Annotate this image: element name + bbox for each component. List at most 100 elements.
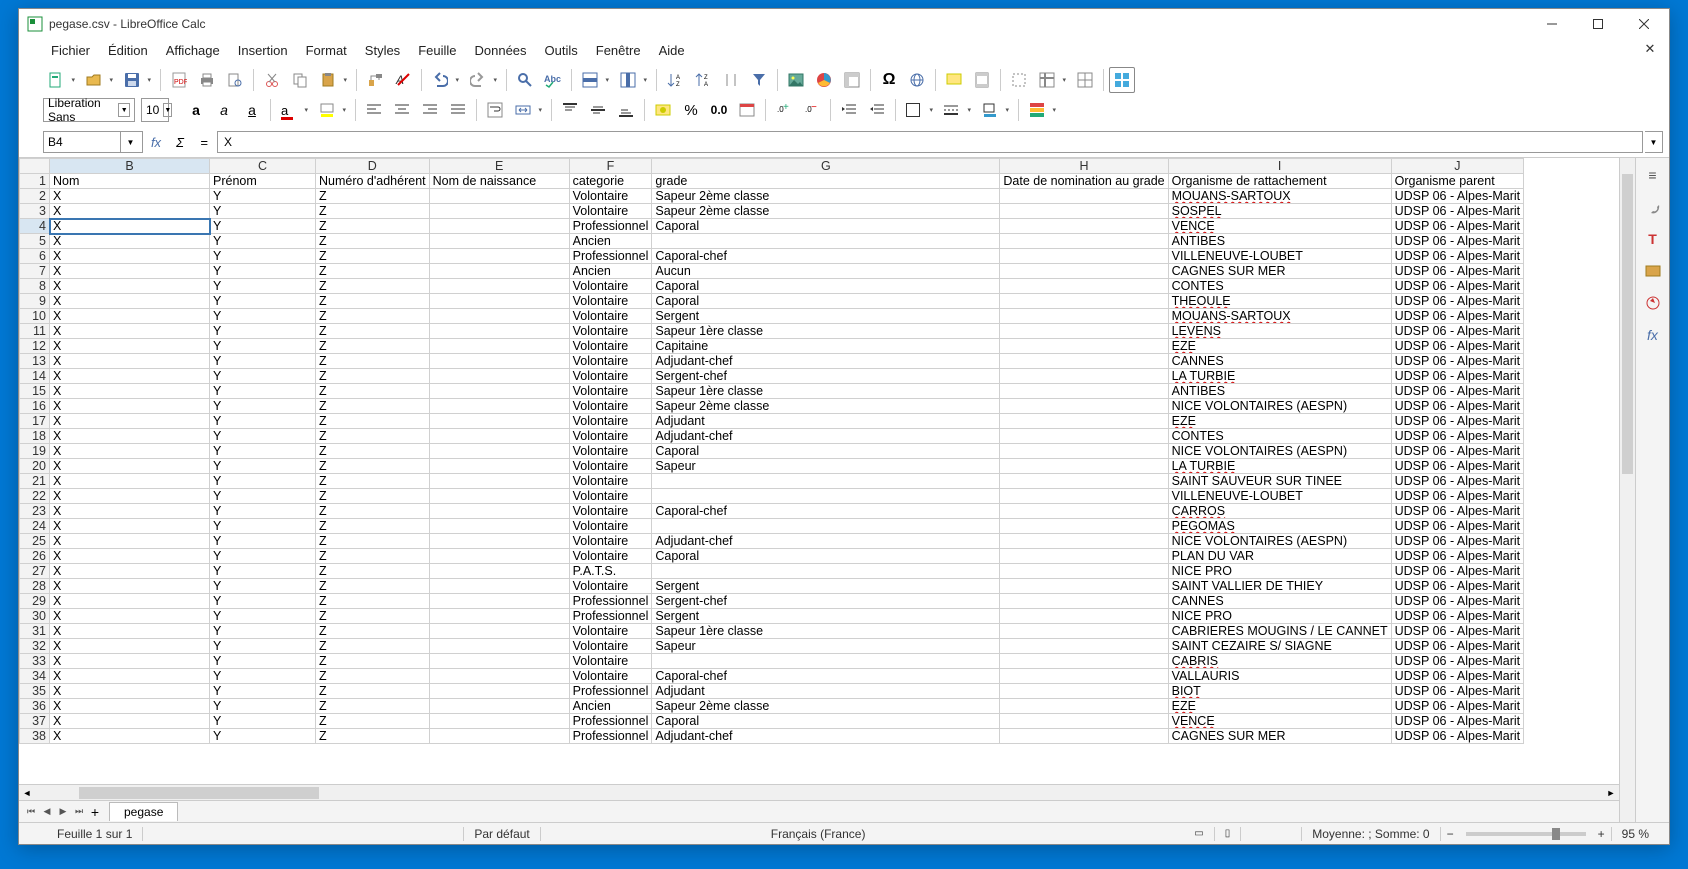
align-top-button[interactable] xyxy=(557,97,583,123)
cell[interactable]: Y xyxy=(210,729,316,744)
cell[interactable] xyxy=(1000,384,1168,399)
row-header[interactable]: 12 xyxy=(20,339,50,354)
cell[interactable]: X xyxy=(50,189,210,204)
cell[interactable]: VENCE xyxy=(1168,219,1391,234)
cell[interactable]: UDSP 06 - Alpes-Marit xyxy=(1391,234,1524,249)
cell[interactable]: UDSP 06 - Alpes-Marit xyxy=(1391,384,1524,399)
cell[interactable]: Volontaire xyxy=(569,324,652,339)
cell[interactable]: EZE xyxy=(1168,699,1391,714)
remove-decimal-button[interactable]: .0− xyxy=(799,97,825,123)
properties-panel-icon[interactable] xyxy=(1642,196,1664,218)
functions-panel-icon[interactable]: fx xyxy=(1642,324,1664,346)
menu-edition[interactable]: Édition xyxy=(100,40,156,61)
cell[interactable]: P.A.T.S. xyxy=(569,564,652,579)
cell[interactable]: Z xyxy=(316,609,430,624)
cell[interactable]: Adjudant-chef xyxy=(652,429,1000,444)
row-header[interactable]: 30 xyxy=(20,609,50,624)
cell[interactable] xyxy=(1000,294,1168,309)
cell[interactable]: MOUANS-SARTOUX xyxy=(1168,189,1391,204)
cell[interactable]: Volontaire xyxy=(569,189,652,204)
cell[interactable]: UDSP 06 - Alpes-Marit xyxy=(1391,489,1524,504)
cell[interactable]: Z xyxy=(316,294,430,309)
cell[interactable]: Z xyxy=(316,594,430,609)
cell[interactable]: Organisme parent xyxy=(1391,174,1524,189)
cell[interactable]: Volontaire xyxy=(569,504,652,519)
cell[interactable]: Y xyxy=(210,549,316,564)
cell[interactable] xyxy=(429,444,569,459)
cell[interactable]: X xyxy=(50,624,210,639)
print-preview-button[interactable] xyxy=(222,67,248,93)
name-box-input[interactable] xyxy=(44,135,120,149)
row-header[interactable]: 34 xyxy=(20,669,50,684)
row-header[interactable]: 10 xyxy=(20,309,50,324)
cell[interactable]: UDSP 06 - Alpes-Marit xyxy=(1391,474,1524,489)
cell[interactable]: Nom xyxy=(50,174,210,189)
currency-button[interactable] xyxy=(650,97,676,123)
cell[interactable]: UDSP 06 - Alpes-Marit xyxy=(1391,714,1524,729)
cell[interactable]: Z xyxy=(316,579,430,594)
cell[interactable]: Prénom xyxy=(210,174,316,189)
cell[interactable] xyxy=(1000,549,1168,564)
cell[interactable]: Volontaire xyxy=(569,204,652,219)
cell[interactable] xyxy=(429,564,569,579)
cell[interactable]: NICE VOLONTAIRES (AESPN) xyxy=(1168,444,1391,459)
cell[interactable]: X xyxy=(50,339,210,354)
cell[interactable]: Volontaire xyxy=(569,444,652,459)
insert-comment-button[interactable] xyxy=(941,67,967,93)
row-header[interactable]: 29 xyxy=(20,594,50,609)
freeze-button[interactable] xyxy=(1034,67,1070,93)
cell[interactable]: Y xyxy=(210,399,316,414)
font-color-button[interactable]: a xyxy=(276,97,312,123)
cell[interactable]: Z xyxy=(316,519,430,534)
cell[interactable] xyxy=(429,234,569,249)
spellcheck-button[interactable]: Abc xyxy=(540,67,566,93)
headers-footers-button[interactable] xyxy=(969,67,995,93)
cell[interactable] xyxy=(429,519,569,534)
row-header[interactable]: 28 xyxy=(20,579,50,594)
cell[interactable]: Caporal xyxy=(652,444,1000,459)
redo-button[interactable] xyxy=(465,67,501,93)
increase-indent-button[interactable] xyxy=(836,97,862,123)
cell[interactable]: Adjudant-chef xyxy=(652,534,1000,549)
cell[interactable]: UDSP 06 - Alpes-Marit xyxy=(1391,264,1524,279)
cell[interactable]: UDSP 06 - Alpes-Marit xyxy=(1391,684,1524,699)
cell[interactable]: Y xyxy=(210,219,316,234)
cell[interactable]: Y xyxy=(210,249,316,264)
cell[interactable]: CAGNES SUR MER xyxy=(1168,264,1391,279)
cell[interactable]: Adjudant-chef xyxy=(652,354,1000,369)
conditional-format-button[interactable] xyxy=(1024,97,1060,123)
cell[interactable] xyxy=(652,234,1000,249)
row-header[interactable]: 31 xyxy=(20,624,50,639)
cell[interactable]: Y xyxy=(210,684,316,699)
date-button[interactable] xyxy=(734,97,760,123)
row-header[interactable]: 25 xyxy=(20,534,50,549)
cell[interactable]: grade xyxy=(652,174,1000,189)
cell[interactable]: Y xyxy=(210,324,316,339)
row-header[interactable]: 36 xyxy=(20,699,50,714)
cell[interactable] xyxy=(652,474,1000,489)
cell[interactable]: CABRIS xyxy=(1168,654,1391,669)
cell[interactable]: Z xyxy=(316,504,430,519)
row-header[interactable]: 17 xyxy=(20,414,50,429)
cell[interactable]: X xyxy=(50,609,210,624)
row-header[interactable]: 7 xyxy=(20,264,50,279)
column-header-F[interactable]: F xyxy=(569,159,652,174)
cell[interactable]: UDSP 06 - Alpes-Marit xyxy=(1391,339,1524,354)
cell[interactable] xyxy=(429,639,569,654)
cell[interactable]: Sergent xyxy=(652,579,1000,594)
tab-first-button[interactable]: ⏮ xyxy=(23,806,39,817)
align-right-button[interactable] xyxy=(417,97,443,123)
page-style-label[interactable]: Par défaut xyxy=(464,827,539,841)
cell[interactable]: Caporal-chef xyxy=(652,504,1000,519)
cell[interactable]: Z xyxy=(316,549,430,564)
insert-mode-icon[interactable]: ▭ xyxy=(1184,828,1213,839)
cell[interactable]: Ancien xyxy=(569,234,652,249)
cell[interactable]: Y xyxy=(210,414,316,429)
cell[interactable]: Volontaire xyxy=(569,414,652,429)
cell[interactable]: X xyxy=(50,204,210,219)
column-header-H[interactable]: H xyxy=(1000,159,1168,174)
cell[interactable]: categorie xyxy=(569,174,652,189)
cell[interactable]: Volontaire xyxy=(569,339,652,354)
cell[interactable]: UDSP 06 - Alpes-Marit xyxy=(1391,519,1524,534)
sheet-tab[interactable]: pegase xyxy=(109,802,178,821)
